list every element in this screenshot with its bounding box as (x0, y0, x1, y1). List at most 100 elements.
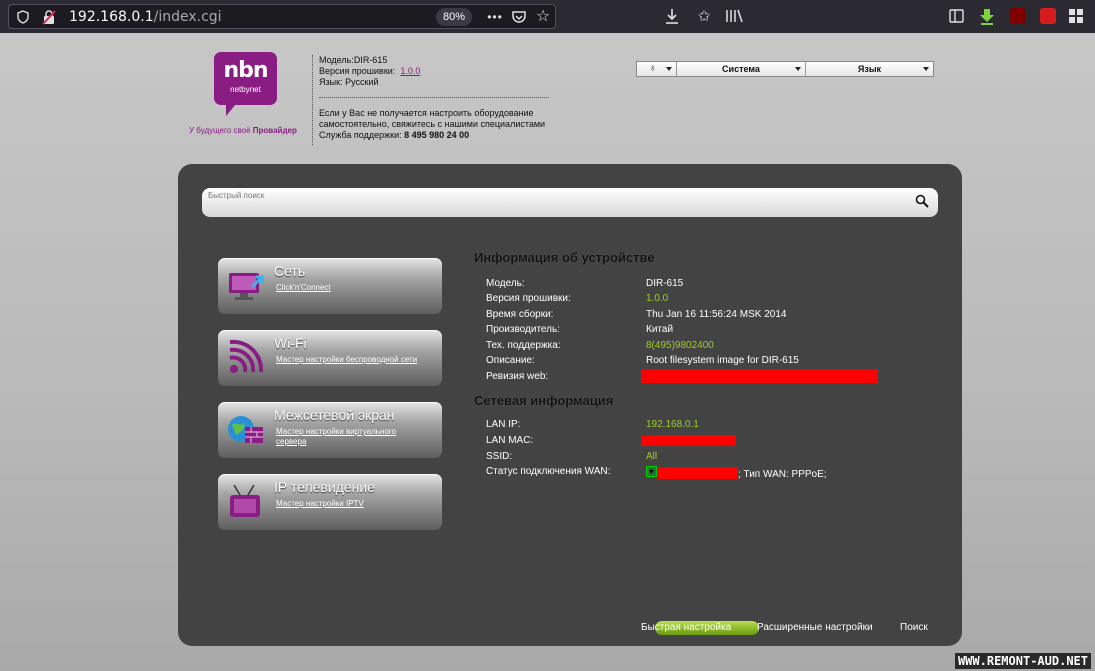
firmware-link[interactable]: 1.0.0 (400, 66, 420, 76)
nbn-logo: nbn netbynet (214, 52, 277, 105)
tv-icon (226, 483, 266, 519)
card-wifi-link[interactable]: Мастер настройки беспроводной сети (276, 355, 426, 365)
logo-text: nbn (223, 58, 268, 83)
info-label: Ревизия web: (486, 371, 549, 382)
ublock-icon[interactable] (1010, 8, 1026, 24)
info-label: Тех. поддержка: (486, 340, 561, 351)
top-menu: ♁ Система Язык (636, 61, 934, 77)
quick-search-input[interactable]: Быстрый поиск (202, 188, 938, 217)
search-placeholder: Быстрый поиск (208, 191, 265, 200)
url-text[interactable]: 192.168.0.1/index.cgi (69, 9, 222, 25)
language-value: Русский (345, 77, 379, 87)
insecure-lock-icon[interactable] (41, 9, 57, 25)
info-label: Время сборки: (486, 309, 554, 320)
wan-type-value: ; Тип WAN: PPPoE; (738, 469, 827, 480)
card-iptv-link[interactable]: Мастер настройки IPTV (276, 499, 426, 509)
card-wifi[interactable]: Wi-Fi Мастер настройки беспроводной сети (218, 330, 442, 386)
info-label: SSID: (486, 451, 513, 462)
search-icon[interactable] (915, 194, 929, 208)
firmware-line: Версия прошивки: 1.0.0 (319, 66, 420, 77)
header-hdivider (319, 97, 549, 98)
extensions-icon[interactable] (1068, 8, 1084, 24)
card-firewall-title: Межсетевой экран (274, 407, 395, 423)
info-label: Производитель: (486, 324, 560, 335)
shield-icon[interactable] (15, 9, 31, 25)
support-phone: 8 495 980 24 00 (404, 130, 470, 140)
downloads-icon[interactable] (664, 8, 680, 24)
support-line: Служба поддержки: 8 495 980 24 00 (319, 130, 469, 141)
info-value-link[interactable]: All (646, 451, 657, 462)
card-network-title: Сеть (274, 263, 306, 279)
status-heart-icon: ♥ (646, 466, 657, 477)
header-divider (312, 55, 313, 145)
url-path: /index.cgi (153, 9, 222, 25)
quick-setup-link[interactable]: Быстрая настройка (641, 622, 731, 633)
info-label: LAN MAC: (486, 435, 534, 446)
page-actions-icon[interactable]: ••• (487, 9, 503, 25)
info-value-link[interactable]: 192.168.0.1 (646, 419, 699, 430)
network-monitor-icon (226, 267, 266, 303)
watermark: WWW.REMONT-AUD.NET (954, 653, 1091, 669)
url-host: 192.168.0.1 (69, 9, 154, 25)
info-value: DIR-615 (646, 278, 684, 289)
model-label: Модель: (319, 55, 354, 65)
redacted-block (658, 467, 738, 479)
slogan-bold: Провайдер (252, 126, 297, 135)
chevron-down-icon (923, 67, 929, 71)
bookmark-star-icon[interactable]: ☆ (535, 8, 551, 25)
search-link[interactable]: Поиск (900, 622, 928, 633)
info-label: Модель: (486, 278, 525, 289)
address-bar[interactable]: 192.168.0.1/index.cgi 80% ••• ☆ (8, 4, 556, 29)
device-info-heading: Информация об устройстве (474, 250, 655, 265)
library-icon[interactable] (725, 8, 743, 24)
language-menu[interactable]: Язык (806, 62, 933, 76)
support-text-1: Если у Вас не получается настроить обору… (319, 108, 534, 118)
firmware-label: Версия прошивки: (319, 66, 396, 76)
browser-toolbar: 192.168.0.1/index.cgi 80% ••• ☆ ✩ (0, 0, 1095, 33)
model-value: DIR-615 (353, 55, 388, 65)
firewall-globe-icon (226, 411, 266, 447)
sidebar-icon[interactable] (948, 8, 964, 24)
language-line: Язык: Русский (319, 77, 378, 88)
slogan: У будущего своё Провайдер (189, 126, 297, 135)
language-label: Язык: (319, 77, 343, 87)
card-firewall-link[interactable]: Мастер настройки виртуального сервера (276, 427, 426, 447)
card-wifi-title: Wi-Fi (274, 335, 307, 351)
info-value: Китай (646, 324, 674, 335)
model-line: Модель:DIR-615 (319, 55, 387, 66)
info-label: Статус подключения WAN: (486, 466, 611, 477)
info-label: Описание: (486, 355, 535, 366)
info-value: Thu Jan 16 11:56:24 MSK 2014 (646, 309, 787, 320)
card-iptv-title: IP телевидение (274, 479, 375, 495)
logo-tail (226, 104, 236, 116)
info-value-link[interactable]: 8(495)9802400 (646, 340, 714, 351)
support-label: Служба поддержки: (319, 130, 402, 140)
card-firewall[interactable]: Межсетевой экран Мастер настройки виртуа… (218, 402, 442, 458)
wifi-icon (226, 339, 266, 375)
download-helper-icon[interactable] (978, 7, 996, 25)
info-value: Root filesystem image for DIR-615 (646, 355, 799, 366)
system-menu[interactable]: Система (677, 62, 806, 76)
slogan-prefix: У будущего своё (189, 126, 251, 135)
card-network-link[interactable]: Click'n'Connect (276, 283, 426, 293)
chevron-down-icon (666, 67, 672, 71)
language-menu-label: Язык (857, 64, 882, 74)
redacted-block (641, 369, 878, 383)
extension-red-icon[interactable] (1040, 8, 1056, 24)
info-value-link[interactable]: 1.0.0 (646, 293, 668, 304)
network-info-heading: Сетевая информация (474, 393, 614, 408)
info-label: Версия прошивки: (486, 293, 571, 304)
lightbulb-icon: ♁ (649, 63, 657, 74)
advanced-settings-link[interactable]: Расширенные настройки (757, 622, 873, 633)
tip-dropdown[interactable]: ♁ (637, 62, 677, 76)
chevron-down-icon (795, 67, 801, 71)
zoom-level-button[interactable]: 80% (436, 8, 472, 26)
logo-subtext: netbynet (230, 85, 261, 94)
card-iptv[interactable]: IP телевидение Мастер настройки IPTV (218, 474, 442, 530)
system-menu-label: Система (722, 64, 760, 74)
pocket-icon[interactable] (511, 9, 527, 25)
synced-tabs-icon[interactable]: ✩ (695, 7, 713, 25)
card-network[interactable]: Сеть Click'n'Connect (218, 258, 442, 314)
info-label: LAN IP: (486, 419, 521, 430)
redacted-block (641, 435, 736, 446)
